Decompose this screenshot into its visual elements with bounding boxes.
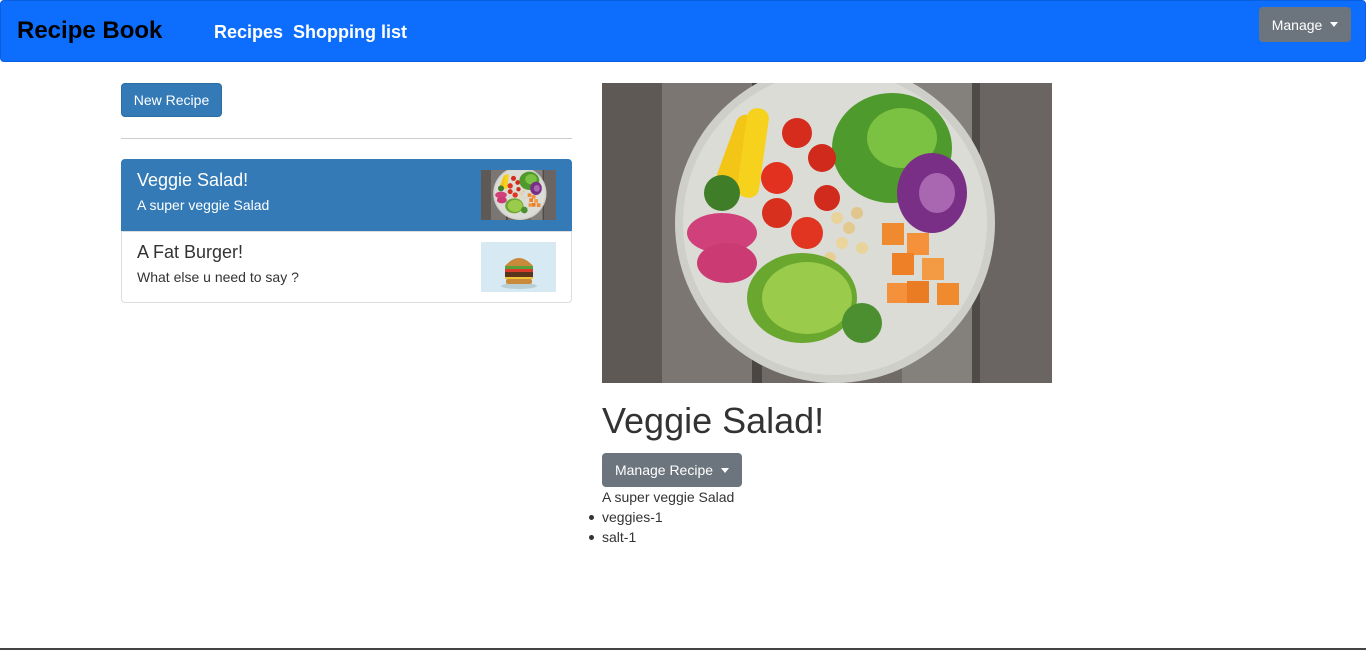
recipe-item-name: A Fat Burger! xyxy=(137,242,244,262)
brand-link[interactable]: Recipe Book xyxy=(17,17,162,45)
recipe-thumbnail-salad xyxy=(481,170,556,220)
caret-down-icon xyxy=(1330,22,1339,27)
recipe-item-description: A super veggie Salad xyxy=(137,197,270,213)
ingredient-item: salt-1 xyxy=(589,529,663,549)
recipe-list-item-veggie-salad[interactable]: Veggie Salad! A super veggie Salad xyxy=(121,159,572,231)
nav-link-shopping-list[interactable]: Shopping list xyxy=(293,22,407,43)
recipe-description: A super veggie Salad xyxy=(602,489,735,505)
recipe-item-name: Veggie Salad! xyxy=(137,170,249,190)
new-recipe-button[interactable]: New Recipe xyxy=(121,83,222,117)
ingredient-list: veggies-1 salt-1 xyxy=(589,509,663,549)
manage-button-label: Manage xyxy=(1271,16,1323,33)
nav-links: Recipes Shopping list xyxy=(214,22,407,43)
ingredient-item: veggies-1 xyxy=(589,509,663,529)
caret-down-icon xyxy=(721,467,730,473)
manage-dropdown-button[interactable]: Manage xyxy=(1259,7,1351,42)
recipe-list-item-fat-burger[interactable]: A Fat Burger! What else u need to say ? xyxy=(121,231,572,303)
manage-recipe-dropdown-button[interactable]: Manage Recipe xyxy=(602,453,742,487)
recipe-title: Veggie Salad! xyxy=(602,400,825,441)
nav-link-recipes[interactable]: Recipes xyxy=(214,22,283,43)
navbar: Recipe Book Recipes Shopping list Manage xyxy=(0,0,1366,62)
recipe-image xyxy=(602,63,1052,383)
manage-recipe-label: Manage Recipe xyxy=(614,462,714,478)
recipe-thumbnail-burger xyxy=(481,242,556,292)
recipe-item-description: What else u need to say ? xyxy=(137,269,299,285)
divider xyxy=(121,138,572,139)
